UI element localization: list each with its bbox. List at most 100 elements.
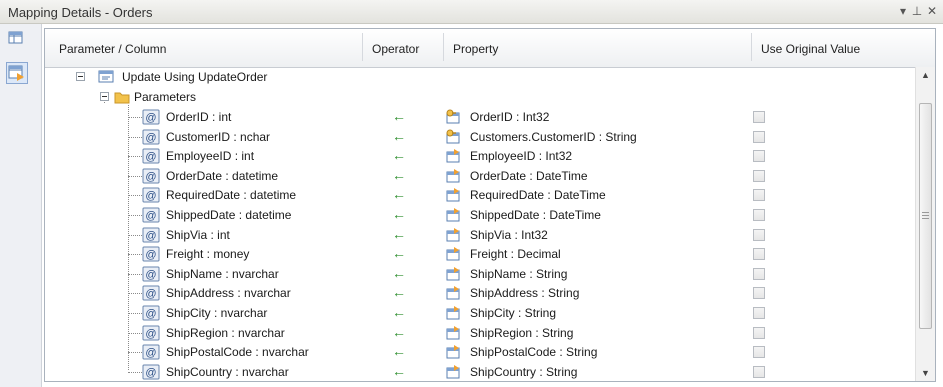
function-mapping-icon bbox=[8, 65, 24, 81]
parameter-row[interactable]: @ CustomerID : nchar ← Customers.CustomerID… bbox=[45, 127, 915, 147]
parameter-row[interactable]: @ Freight : money ← Freight : Decimal bbox=[45, 244, 915, 264]
table-mapping-button[interactable] bbox=[6, 28, 28, 50]
parameter-name: ShipVia : int bbox=[166, 228, 230, 242]
parameter-row[interactable]: @ ShipVia : int ← ShipVia : Int32 bbox=[45, 225, 915, 245]
column-header-use-original-value[interactable]: Use Original Value bbox=[761, 42, 860, 56]
parameter-name: ShipCountry : nvarchar bbox=[166, 365, 289, 379]
use-original-value-checkbox[interactable] bbox=[753, 248, 765, 260]
scroll-down-arrow[interactable]: ▼ bbox=[916, 368, 935, 378]
collapse-toggle[interactable] bbox=[100, 92, 109, 101]
parameter-name: RequiredDate : datetime bbox=[166, 188, 297, 202]
svg-text:@: @ bbox=[145, 132, 156, 144]
operator-arrow[interactable]: ← bbox=[392, 186, 406, 202]
parameter-icon: @ bbox=[142, 344, 160, 360]
property-icon bbox=[445, 344, 461, 360]
parameter-icon: @ bbox=[142, 207, 160, 223]
svg-text:@: @ bbox=[145, 151, 156, 163]
parameter-row[interactable]: @ ShipName : nvarchar ← ShipName : String bbox=[45, 264, 915, 284]
parameter-name: ShipCity : nvarchar bbox=[166, 306, 268, 320]
collapse-toggle[interactable] bbox=[76, 72, 85, 81]
operator-arrow[interactable]: ← bbox=[392, 265, 406, 281]
use-original-value-checkbox[interactable] bbox=[753, 327, 765, 339]
parameter-icon: @ bbox=[142, 364, 160, 380]
use-original-value-checkbox[interactable] bbox=[753, 229, 765, 241]
operator-arrow[interactable]: ← bbox=[392, 245, 406, 261]
grid-header: Parameter / Column Operator Property Use… bbox=[45, 29, 935, 68]
function-mapping-button[interactable] bbox=[6, 62, 28, 84]
parameter-row[interactable]: @ OrderID : int ← OrderID : Int32 bbox=[45, 107, 915, 127]
parameter-name: CustomerID : nchar bbox=[166, 130, 271, 144]
use-original-value-checkbox[interactable] bbox=[753, 131, 765, 143]
use-original-value-checkbox[interactable] bbox=[753, 150, 765, 162]
operator-arrow[interactable]: ← bbox=[392, 147, 406, 163]
close-button[interactable]: ✕ bbox=[924, 3, 940, 19]
property-icon bbox=[445, 148, 461, 164]
use-original-value-checkbox[interactable] bbox=[753, 287, 765, 299]
operator-arrow[interactable]: ← bbox=[392, 108, 406, 124]
operator-arrow[interactable]: ← bbox=[392, 304, 406, 320]
parameters-label: Parameters bbox=[134, 90, 197, 104]
scrollbar-thumb[interactable] bbox=[919, 103, 932, 329]
scroll-up-arrow[interactable]: ▲ bbox=[916, 70, 935, 80]
property-icon bbox=[445, 246, 461, 262]
panel-title-bar: Mapping Details - Orders ▾ ⊥ ✕ bbox=[0, 0, 943, 24]
operator-arrow[interactable]: ← bbox=[392, 324, 406, 340]
parameter-row[interactable]: @ OrderDate : datetime ← OrderDate : DateTi… bbox=[45, 166, 915, 186]
property-icon bbox=[445, 325, 461, 341]
column-header-operator[interactable]: Operator bbox=[372, 42, 419, 56]
parameter-row[interactable]: @ ShipCountry : nvarchar ← ShipCountry : St… bbox=[45, 362, 915, 381]
column-divider[interactable] bbox=[751, 33, 752, 61]
parameter-name: ShipName : nvarchar bbox=[166, 267, 279, 281]
property-name: RequiredDate : DateTime bbox=[470, 188, 606, 202]
svg-text:@: @ bbox=[145, 171, 156, 183]
property-name: ShipName : String bbox=[470, 267, 568, 281]
parameter-icon: @ bbox=[142, 305, 160, 321]
operator-arrow[interactable]: ← bbox=[392, 206, 406, 222]
operator-arrow[interactable]: ← bbox=[392, 167, 406, 183]
use-original-value-checkbox[interactable] bbox=[753, 189, 765, 201]
parameter-icon: @ bbox=[142, 285, 160, 301]
operator-arrow[interactable]: ← bbox=[392, 284, 406, 300]
use-original-value-checkbox[interactable] bbox=[753, 209, 765, 221]
parameters-node-row[interactable]: Parameters bbox=[45, 87, 915, 107]
use-original-value-checkbox[interactable] bbox=[753, 346, 765, 358]
property-icon bbox=[445, 285, 461, 301]
svg-text:@: @ bbox=[145, 367, 156, 379]
svg-text:@: @ bbox=[145, 269, 156, 281]
parameter-row[interactable]: @ ShipCity : nvarchar ← ShipCity : String bbox=[45, 303, 915, 323]
property-icon bbox=[445, 227, 461, 243]
column-header-property[interactable]: Property bbox=[453, 42, 498, 56]
column-divider[interactable] bbox=[443, 33, 444, 61]
operator-arrow[interactable]: ← bbox=[392, 363, 406, 379]
property-name: ShipVia : Int32 bbox=[470, 228, 548, 242]
property-icon bbox=[445, 207, 461, 223]
property-name: ShipCountry : String bbox=[470, 365, 578, 379]
use-original-value-checkbox[interactable] bbox=[753, 307, 765, 319]
column-header-parameter[interactable]: Parameter / Column bbox=[59, 42, 166, 56]
parameter-row[interactable]: @ EmployeeID : int ← EmployeeID : Int32 bbox=[45, 146, 915, 166]
operator-arrow[interactable]: ← bbox=[392, 226, 406, 242]
vertical-scrollbar[interactable]: ▲ ▼ bbox=[915, 67, 935, 381]
parameter-row[interactable]: @ RequiredDate : datetime ← RequiredDate : … bbox=[45, 185, 915, 205]
property-icon bbox=[445, 168, 461, 184]
use-original-value-checkbox[interactable] bbox=[753, 111, 765, 123]
parameter-icon: @ bbox=[142, 109, 160, 125]
svg-text:@: @ bbox=[145, 249, 156, 261]
parameter-row[interactable]: @ ShipRegion : nvarchar ← ShipRegion : Stri… bbox=[45, 323, 915, 343]
use-original-value-checkbox[interactable] bbox=[753, 268, 765, 280]
property-name: OrderDate : DateTime bbox=[470, 169, 588, 183]
parameter-icon: @ bbox=[142, 148, 160, 164]
operator-arrow[interactable]: ← bbox=[392, 343, 406, 359]
parameter-name: ShipRegion : nvarchar bbox=[166, 326, 285, 340]
use-original-value-checkbox[interactable] bbox=[753, 366, 765, 378]
use-original-value-checkbox[interactable] bbox=[753, 170, 765, 182]
property-icon bbox=[445, 364, 461, 380]
pin-button[interactable]: ⊥ bbox=[909, 3, 925, 19]
key-property-icon bbox=[445, 129, 461, 145]
parameter-row[interactable]: @ ShippedDate : datetime ← ShippedDate : Da… bbox=[45, 205, 915, 225]
parameter-row[interactable]: @ ShipAddress : nvarchar ← ShipAddress : St… bbox=[45, 283, 915, 303]
operator-arrow[interactable]: ← bbox=[392, 128, 406, 144]
parameter-row[interactable]: @ ShipPostalCode : nvarchar ← ShipPostalCod… bbox=[45, 342, 915, 362]
column-divider[interactable] bbox=[362, 33, 363, 61]
function-node-row[interactable]: Update Using UpdateOrder bbox=[45, 67, 915, 87]
